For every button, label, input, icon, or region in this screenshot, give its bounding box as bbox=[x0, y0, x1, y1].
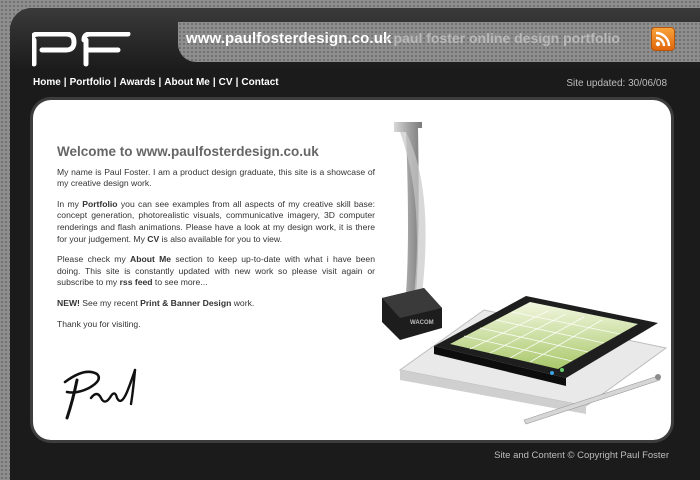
footer-copyright: Site and Content © Copyright Paul Foster bbox=[494, 450, 669, 461]
new-badge: NEW! bbox=[57, 297, 80, 308]
about-paragraph: Please check my About Me section to keep… bbox=[57, 254, 375, 288]
rss-feed-icon[interactable] bbox=[651, 27, 675, 51]
nav-separator: | bbox=[63, 77, 67, 88]
nav-separator: | bbox=[113, 77, 117, 88]
rss-feed-link[interactable]: rss feed bbox=[120, 277, 153, 287]
site-updated-status: Site updated: 30/06/08 bbox=[566, 78, 667, 89]
portfolio-paragraph: In my Portfolio you can see examples fro… bbox=[57, 198, 375, 244]
welcome-content: Welcome to www.paulfosterdesign.co.uk My… bbox=[57, 144, 375, 339]
nav-about-me[interactable]: About Me bbox=[164, 77, 210, 88]
stand-label: WACOM bbox=[410, 320, 434, 326]
intro-paragraph: My name is Paul Foster. I am a product d… bbox=[57, 166, 375, 189]
main-navigation: Home | Portfolio | Awards | About Me | CV | Contac… bbox=[33, 77, 279, 88]
nav-portfolio[interactable]: Portfolio bbox=[70, 77, 111, 88]
nav-cv[interactable]: CV bbox=[219, 77, 233, 88]
site-tagline: - paul foster online design portfolio bbox=[385, 30, 620, 46]
product-render-icon: WACOM bbox=[382, 122, 668, 425]
nav-separator: | bbox=[212, 77, 216, 88]
site-domain-title[interactable]: www.paulfosterdesign.co.uk bbox=[186, 30, 391, 47]
print-banner-link[interactable]: Print & Banner Design bbox=[140, 298, 231, 308]
nav-home[interactable]: Home bbox=[33, 77, 61, 88]
about-me-link[interactable]: About Me bbox=[130, 254, 171, 264]
handwritten-signature-icon bbox=[63, 368, 137, 420]
new-work-paragraph: NEW! See my recent Print & Banner Design… bbox=[57, 297, 255, 308]
nav-separator: | bbox=[158, 77, 162, 88]
nav-awards[interactable]: Awards bbox=[120, 77, 156, 88]
portfolio-link[interactable]: Portfolio bbox=[82, 199, 117, 209]
welcome-heading: Welcome to www.paulfosterdesign.co.uk bbox=[57, 144, 319, 159]
pf-logo-icon[interactable] bbox=[32, 32, 132, 68]
nav-contact[interactable]: Contact bbox=[241, 77, 278, 88]
thanks-paragraph: Thank you for visiting. bbox=[57, 318, 141, 329]
cv-link[interactable]: CV bbox=[147, 234, 159, 244]
